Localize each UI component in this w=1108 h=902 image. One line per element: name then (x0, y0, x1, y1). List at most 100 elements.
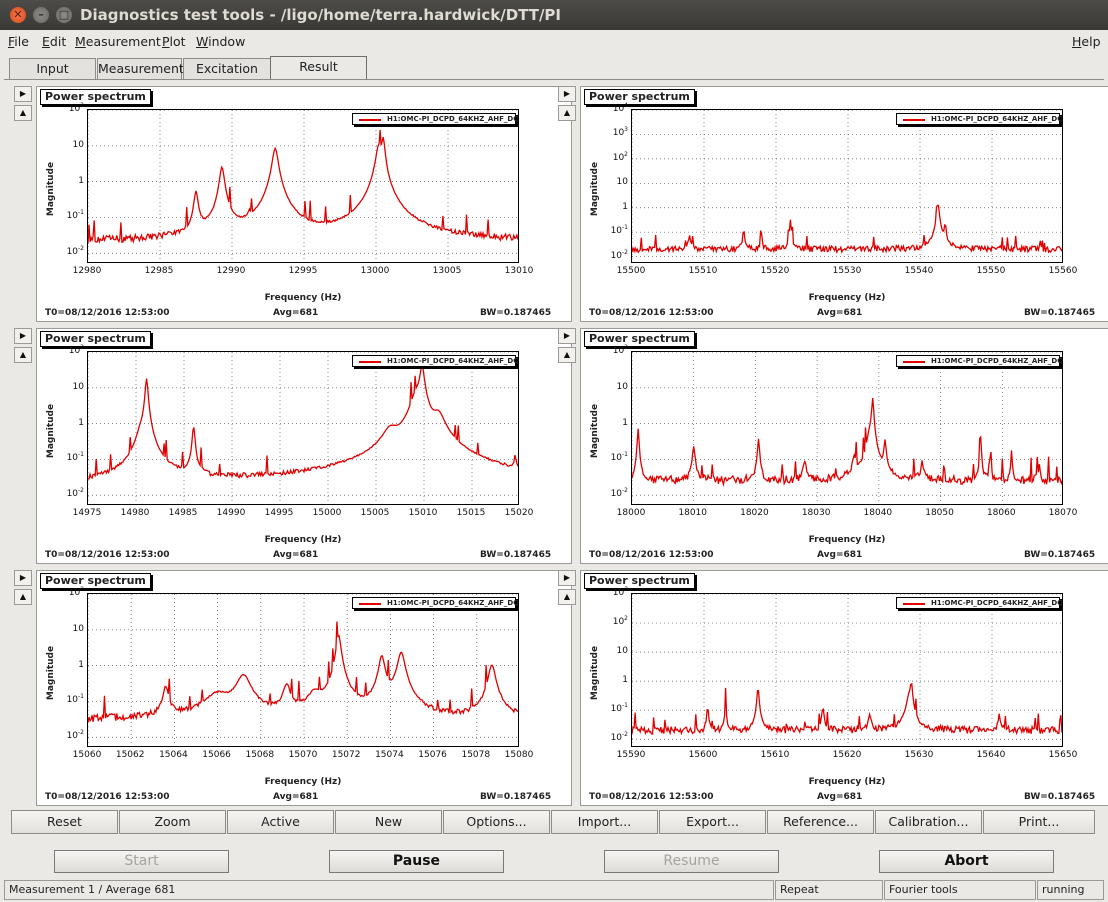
export-button[interactable]: Export... (659, 810, 766, 834)
start-button[interactable]: Start (54, 850, 229, 873)
resume-button[interactable]: Resume (604, 850, 779, 873)
t0-label: T0=08/12/2016 12:53:00 (45, 792, 170, 802)
x-axis-label: Frequency (Hz) (264, 535, 342, 545)
x-tick-label: 15590 (616, 750, 646, 760)
menu-window[interactable]: Window (196, 34, 245, 49)
legend-swatch (903, 603, 925, 605)
collapse-up-icon[interactable]: ▲ (558, 105, 576, 121)
avg-label: Avg=681 (817, 792, 863, 802)
collapse-up-icon[interactable]: ▲ (14, 347, 32, 363)
expand-right-icon[interactable]: ▶ (558, 86, 576, 102)
import-button[interactable]: Import... (551, 810, 658, 834)
collapse-up-icon[interactable]: ▲ (14, 105, 32, 121)
x-tick-label: 15078 (461, 750, 491, 760)
bw-label: BW=0.187465 (1024, 308, 1096, 318)
plot-panel-6[interactable]: Power spectrum Magnitude Frequency (Hz) T0=… (580, 570, 1108, 806)
plot-panel-1[interactable]: Power spectrum Magnitude Frequency (Hz) T0=… (36, 86, 572, 322)
status-message: Measurement 1 / Average 681 (4, 880, 774, 900)
active-button[interactable]: Active (227, 810, 334, 834)
zoom-button[interactable]: Zoom (119, 810, 226, 834)
close-window-button[interactable]: ✕ (10, 7, 26, 23)
plot-panel-2[interactable]: Power spectrum Magnitude Frequency (Hz) T0=… (580, 86, 1108, 322)
x-tick-label: 15070 (288, 750, 318, 760)
tab-measurement[interactable]: Measurement (97, 58, 184, 80)
bw-label: BW=0.187465 (1024, 792, 1096, 802)
y-tick-label: 10-2 (610, 731, 628, 744)
x-tick-label: 12995 (288, 266, 318, 276)
avg-label: Avg=681 (273, 550, 319, 560)
y-tick-label: 102 (68, 102, 84, 114)
plot-canvas[interactable]: H1:OMC-PI_DCPD_64KHZ_AHF_DQ (631, 351, 1063, 505)
tab-excitation[interactable]: Excitation (183, 58, 271, 80)
t0-label: T0=08/12/2016 12:53:00 (589, 792, 714, 802)
reference-button[interactable]: Reference... (767, 810, 874, 834)
y-tick-label: 102 (612, 615, 628, 628)
x-tick-label: 13000 (360, 266, 390, 276)
y-tick-label: 10-1 (66, 693, 84, 706)
plot-panel-5[interactable]: Power spectrum Magnitude Frequency (Hz) T0=… (36, 570, 572, 806)
x-tick-label: 15060 (72, 750, 102, 760)
x-tick-label: 15000 (312, 508, 342, 518)
collapse-up-icon[interactable]: ▲ (558, 589, 576, 605)
plot-panel-3[interactable]: Power spectrum Magnitude Frequency (Hz) T0=… (36, 328, 572, 564)
expand-right-icon[interactable]: ▶ (14, 328, 32, 344)
x-tick-label: 15620 (832, 750, 862, 760)
new-button[interactable]: New (335, 810, 442, 834)
plot-canvas[interactable]: H1:OMC-PI_DCPD_64KHZ_AHF_DQ (87, 593, 519, 747)
collapse-up-icon[interactable]: ▲ (14, 589, 32, 605)
legend: H1:OMC-PI_DCPD_64KHZ_AHF_DQ (352, 113, 518, 125)
collapse-up-icon[interactable]: ▲ (558, 347, 576, 363)
y-tick-label: 10 (72, 623, 84, 634)
maximize-window-button[interactable]: □ (56, 7, 72, 23)
plot-canvas[interactable]: H1:OMC-PI_DCPD_64KHZ_AHF_DQ (87, 109, 519, 263)
legend-swatch (359, 119, 381, 121)
plot-canvas[interactable]: H1:OMC-PI_DCPD_64KHZ_AHF_DQ (631, 109, 1063, 263)
plot-canvas[interactable]: H1:OMC-PI_DCPD_64KHZ_AHF_DQ (87, 351, 519, 505)
y-tick-label: 10-1 (66, 451, 84, 464)
reset-button[interactable]: Reset (11, 810, 118, 834)
plot-panel-4[interactable]: Power spectrum Magnitude Frequency (Hz) T0=… (580, 328, 1108, 564)
avg-label: Avg=681 (273, 308, 319, 318)
expand-right-icon[interactable]: ▶ (558, 328, 576, 344)
expand-right-icon[interactable]: ▶ (14, 86, 32, 102)
bw-label: BW=0.187465 (480, 792, 552, 802)
plot-canvas[interactable]: H1:OMC-PI_DCPD_64KHZ_AHF_DQ (631, 593, 1063, 747)
pause-button[interactable]: Pause (329, 850, 504, 873)
spectrum-svg (88, 352, 518, 504)
spectrum-line (88, 363, 518, 480)
minimize-window-button[interactable]: – (33, 7, 49, 23)
y-tick-label: 10-2 (66, 245, 84, 258)
tab-result[interactable]: Result (270, 56, 367, 80)
status-tool: Fourier tools (884, 880, 1036, 900)
y-tick-label: 1 (622, 675, 628, 686)
menu-plot[interactable]: Plot (162, 34, 186, 49)
y-tick-label: 1 (622, 201, 628, 212)
x-tick-label: 15530 (832, 266, 862, 276)
bw-label: BW=0.187465 (1024, 550, 1096, 560)
expand-right-icon[interactable]: ▶ (14, 570, 32, 586)
x-tick-label: 15020 (504, 508, 534, 518)
x-tick-label: 15630 (904, 750, 934, 760)
legend: H1:OMC-PI_DCPD_64KHZ_AHF_DQ (352, 597, 518, 609)
abort-button[interactable]: Abort (879, 850, 1054, 873)
menu-edit[interactable]: Edit (42, 34, 66, 49)
options-button[interactable]: Options... (443, 810, 550, 834)
y-tick-label: 10 (72, 139, 84, 150)
y-tick-label: 10-2 (66, 487, 84, 500)
menu-measurement[interactable]: Measurement (75, 34, 161, 49)
x-tick-label: 14980 (120, 508, 150, 518)
menu-file[interactable]: File (8, 34, 29, 49)
x-tick-label: 18050 (925, 508, 954, 518)
x-tick-label: 15510 (688, 266, 718, 276)
y-tick-label: 1 (78, 417, 84, 428)
x-tick-label: 15068 (245, 750, 275, 760)
calibration-button[interactable]: Calibration... (875, 810, 982, 834)
y-tick-label: 10 (616, 646, 628, 657)
spectrum-svg (632, 352, 1062, 504)
y-tick-label: 10-1 (610, 702, 628, 715)
print-button[interactable]: Print... (983, 810, 1095, 834)
expand-right-icon[interactable]: ▶ (558, 570, 576, 586)
x-tick-label: 15080 (504, 750, 534, 760)
menu-help[interactable]: Help (1072, 34, 1101, 49)
tab-input[interactable]: Input (9, 58, 96, 80)
